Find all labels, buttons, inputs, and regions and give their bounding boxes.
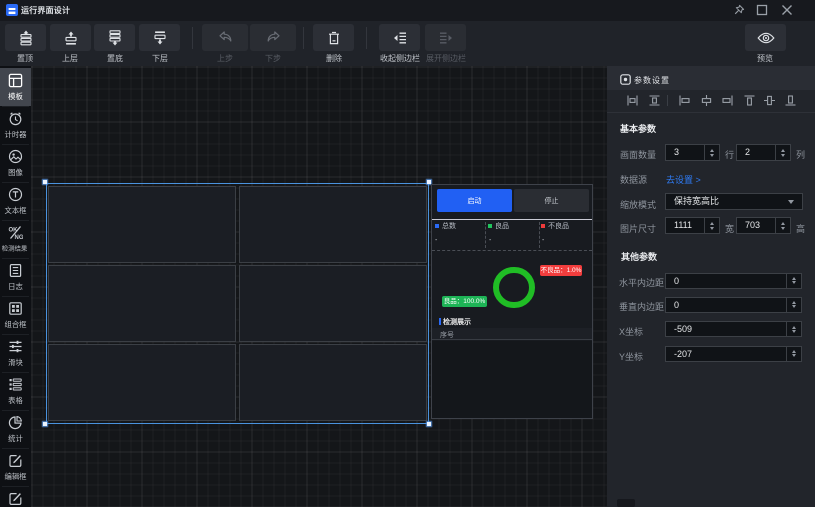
svg-text:NG: NG xyxy=(15,235,24,240)
